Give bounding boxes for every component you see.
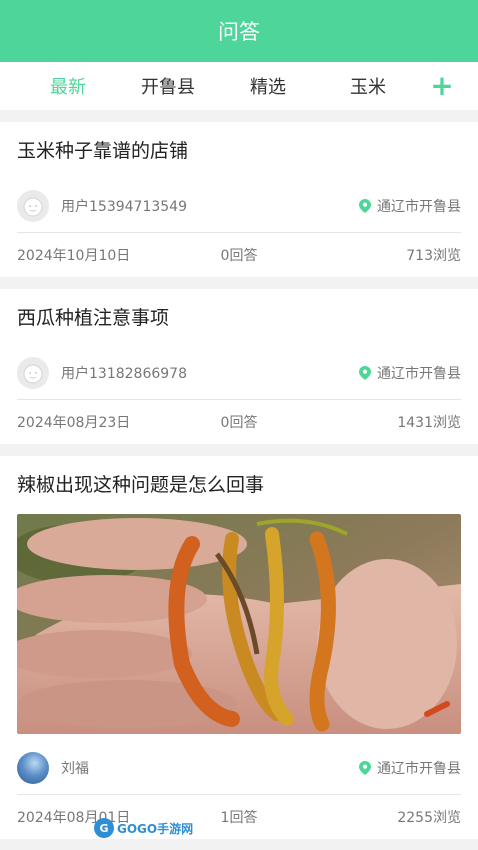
post-date: 2024年10月10日 (17, 248, 131, 264)
post-meta: 刘福 通辽市开鲁县 (17, 742, 461, 794)
watermark-text: GOGO手游网 (117, 821, 194, 836)
post-title[interactable]: 西瓜种植注意事项 (17, 289, 461, 347)
add-tab-button[interactable]: + (418, 72, 466, 100)
tab-kailu[interactable]: 开鲁县 (118, 73, 218, 99)
location: 通辽市开鲁县 (359, 196, 461, 216)
answer-count: 0回答 (220, 248, 258, 264)
location: 通辽市开鲁县 (359, 363, 461, 383)
view-count: 1431浏览 (397, 415, 461, 431)
answer-count: 0回答 (220, 415, 258, 431)
location-pin-icon (359, 199, 371, 213)
page-title: 问答 (218, 20, 260, 44)
location-text: 通辽市开鲁县 (377, 761, 461, 777)
chili-peppers-in-hand-image (17, 514, 461, 734)
post-title[interactable]: 辣椒出现这种问题是怎么回事 (17, 456, 461, 514)
post-date: 2024年08月23日 (17, 415, 131, 431)
default-avatar-icon (23, 197, 43, 217)
author-name[interactable]: 用户15394713549 (61, 196, 359, 216)
tab-corn[interactable]: 玉米 (318, 73, 418, 99)
location: 通辽市开鲁县 (359, 758, 461, 778)
post-stats: 2024年10月10日 0回答 713浏览 (17, 233, 461, 277)
watermark: G GOGO手游网 (94, 818, 193, 838)
post-meta: 用户13182866978 通辽市开鲁县 (17, 347, 461, 399)
post-card[interactable]: 辣椒出现这种问题是怎么回事 刘福 通辽市开鲁县 2024年08月01日 1回答 … (0, 456, 478, 839)
avatar[interactable] (17, 190, 49, 222)
location-text: 通辽市开鲁县 (377, 199, 461, 215)
post-card[interactable]: 西瓜种植注意事项 用户13182866978 通辽市开鲁县 2024年08月23… (0, 289, 478, 444)
post-photo[interactable] (17, 514, 461, 734)
author-name[interactable]: 刘福 (61, 758, 359, 778)
post-stats: 2024年08月23日 0回答 1431浏览 (17, 400, 461, 444)
post-meta: 用户15394713549 通辽市开鲁县 (17, 180, 461, 232)
location-text: 通辽市开鲁县 (377, 366, 461, 382)
tab-featured[interactable]: 精选 (218, 73, 318, 99)
watermark-logo-icon: G (94, 818, 114, 838)
tab-bar: 最新 开鲁县 精选 玉米 + (0, 62, 478, 110)
location-pin-icon (359, 761, 371, 775)
view-count: 2255浏览 (397, 810, 461, 826)
avatar[interactable] (17, 357, 49, 389)
view-count: 713浏览 (406, 248, 461, 264)
tab-latest[interactable]: 最新 (18, 73, 118, 99)
author-name[interactable]: 用户13182866978 (61, 363, 359, 383)
post-card[interactable]: 玉米种子靠谱的店铺 用户15394713549 通辽市开鲁县 2024年10月1… (0, 122, 478, 277)
avatar[interactable] (17, 752, 49, 784)
app-header: 问答 (0, 0, 478, 62)
post-stats: 2024年08月01日 1回答 2255浏览 (17, 795, 461, 839)
default-avatar-icon (23, 364, 43, 384)
location-pin-icon (359, 366, 371, 380)
post-title[interactable]: 玉米种子靠谱的店铺 (17, 122, 461, 180)
